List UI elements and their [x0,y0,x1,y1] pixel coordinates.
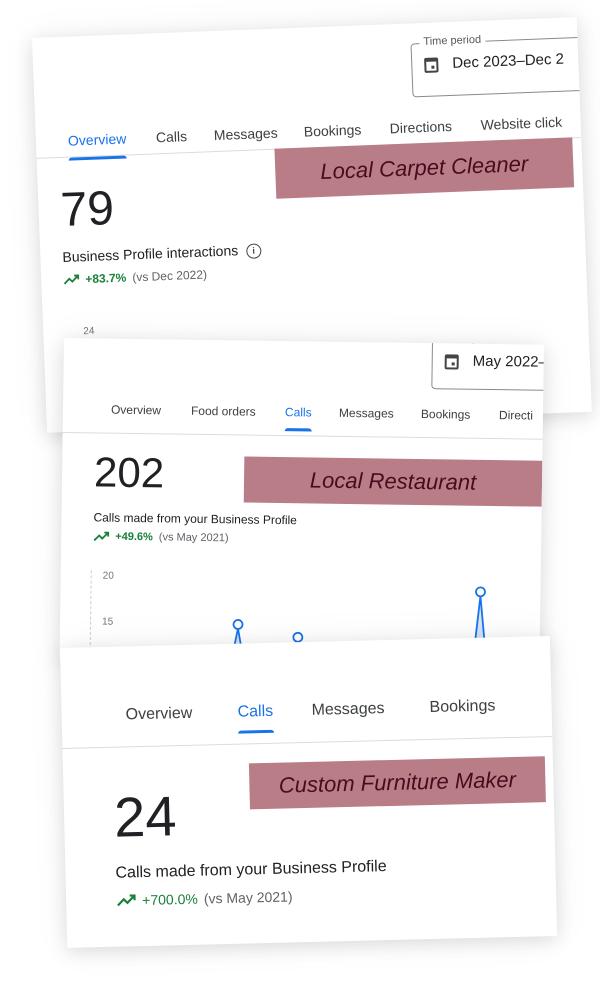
tab-bookings[interactable]: Bookings [429,697,495,717]
change-percent: +700.0% [141,890,199,909]
tab-messages[interactable]: Messages [214,125,278,143]
metric-description: Business Profile interactions i [62,241,262,265]
trend-row: +83.7% (vs Dec 2022) [63,267,207,287]
chart-point [292,631,304,643]
tab-directions[interactable]: Directions [389,118,452,136]
trending-up-icon [63,274,80,285]
metric-label: Calls made from your Business Profile [115,858,387,882]
change-comparison: (vs Dec 2022) [132,267,208,285]
chart-point [232,619,244,630]
change-comparison: (vs May 2021) [203,888,293,907]
metric-label: Business Profile interactions [62,242,239,265]
trending-up-icon [117,894,136,907]
time-period-selector[interactable]: Time period Dec 2023–Dec 2 [410,33,592,98]
trend-row: +700.0% (vs May 2021) [116,888,293,908]
tab-calls[interactable]: Calls [237,703,273,722]
tab-website-clicks[interactable]: Website click [480,114,562,133]
tab-messages[interactable]: Messages [311,700,384,720]
y-axis-tick: 24 [83,325,95,338]
tab-overview[interactable]: Overview [68,130,127,148]
tab-overview[interactable]: Overview [125,705,192,725]
tab-bookings[interactable]: Bookings [303,121,361,139]
info-icon[interactable]: i [245,243,262,259]
tab-calls[interactable]: Calls [156,128,188,145]
tab-bar: Overview Calls Messages Bookings [61,696,553,749]
card-local-restaurant: Time period May 2022– Overview Food orde… [59,338,544,665]
chart-point [475,586,486,598]
business-type-label: Local Restaurant [243,456,543,507]
time-period-label: Time period [419,33,486,49]
calendar-icon [424,57,439,73]
card-custom-furniture-maker: Overview Calls Messages Bookings 24 Call… [60,636,558,948]
business-type-label: Custom Furniture Maker [248,756,546,810]
change-percent: +83.7% [85,270,127,287]
time-period-value: Dec 2023–Dec 2 [451,50,565,72]
business-type-label: Local Carpet Cleaner [274,137,575,199]
metric-value: 24 [113,784,178,849]
metric-value: 79 [59,181,116,238]
